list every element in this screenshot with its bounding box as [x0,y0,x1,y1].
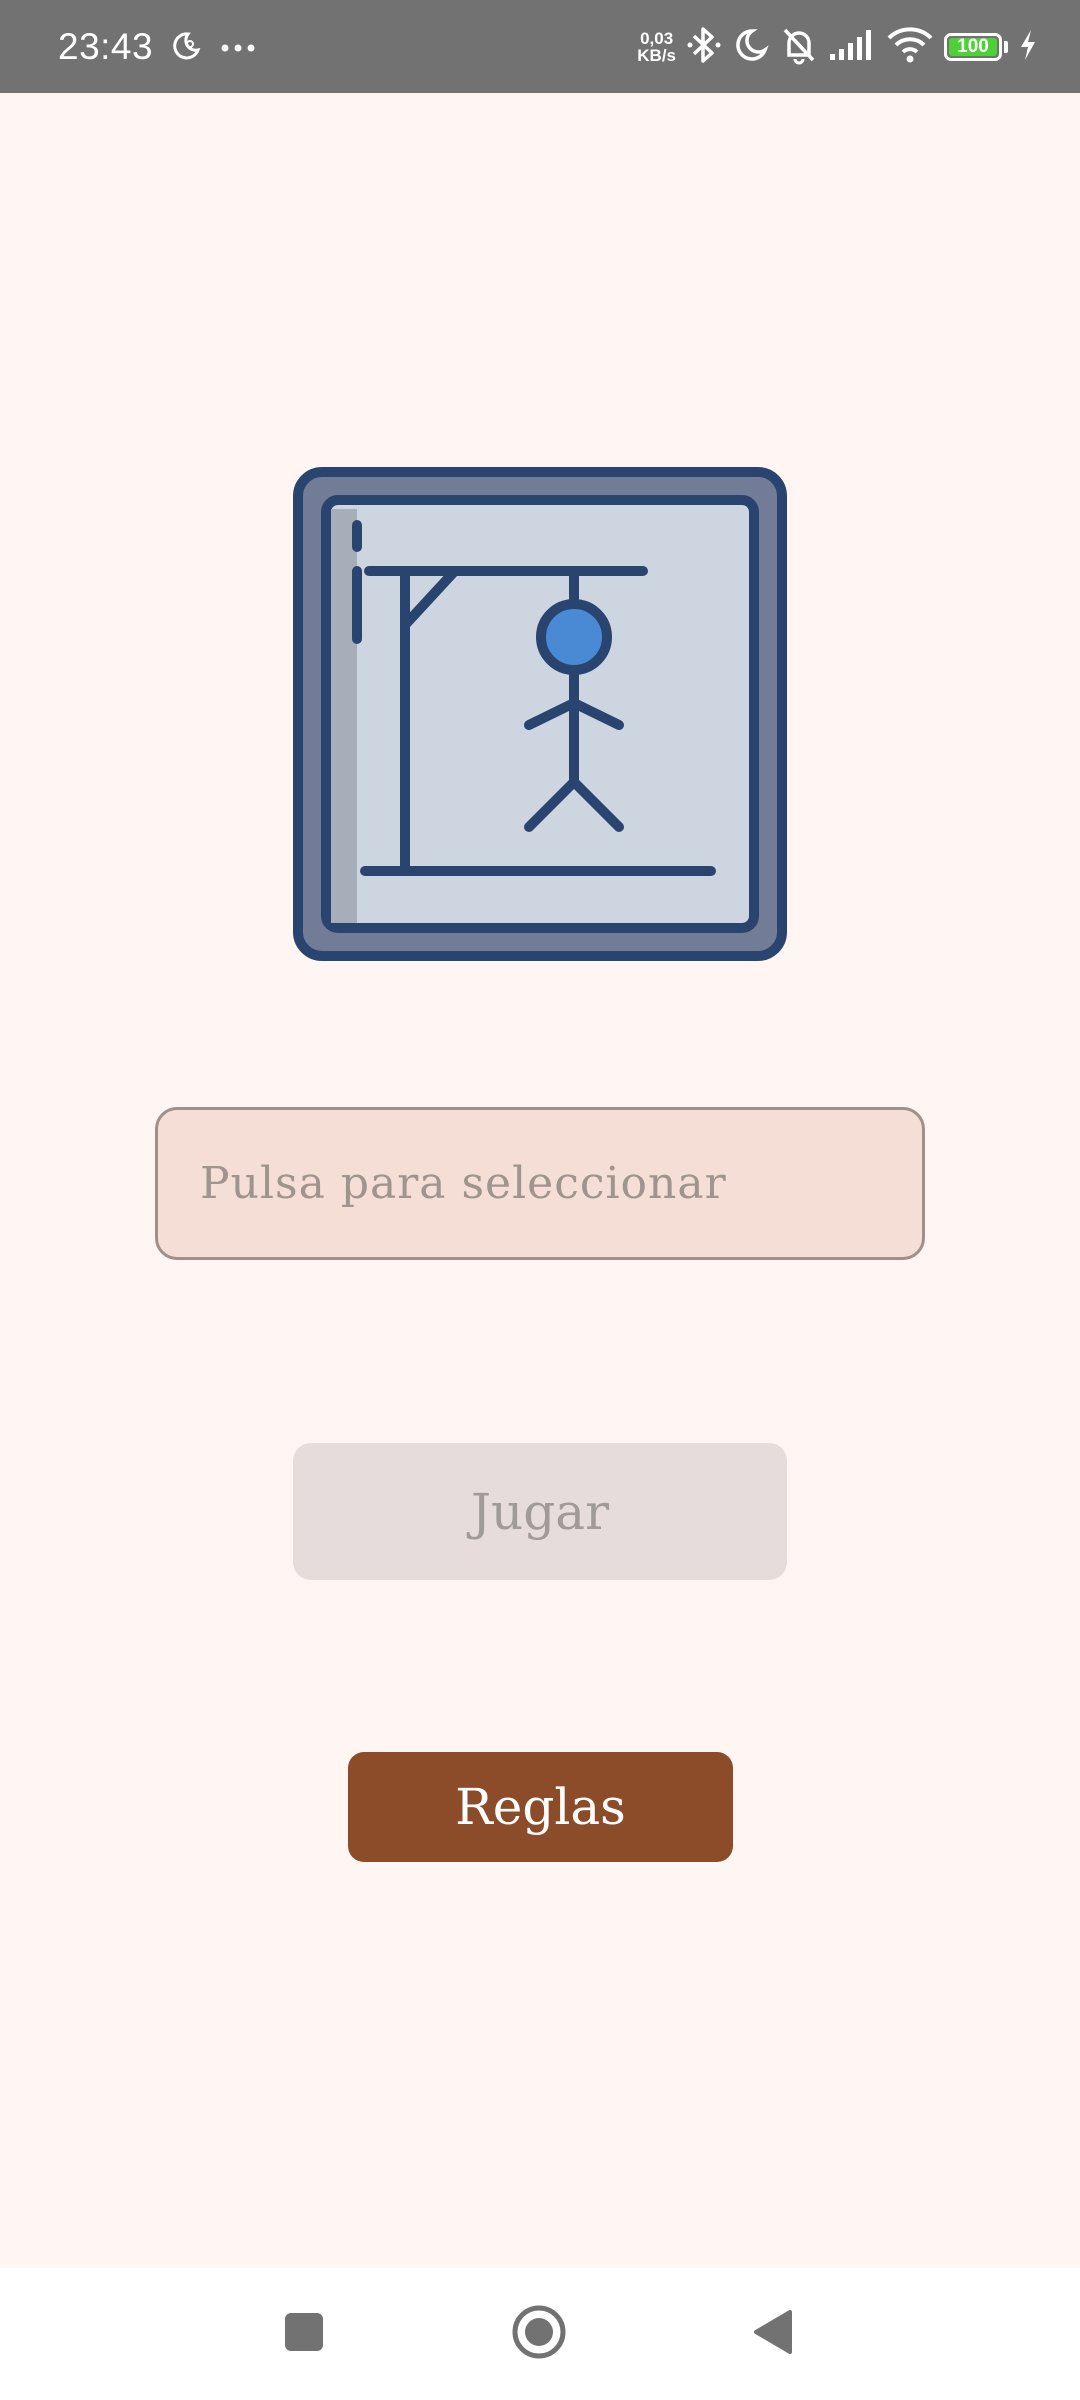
play-button[interactable]: Jugar [293,1443,787,1580]
home-button[interactable] [489,2268,589,2400]
navigation-bar [0,2268,1080,2400]
net-speed: 0,03 KB/s [637,30,676,64]
charging-icon [1018,28,1038,67]
status-time: 23:43 [58,26,154,67]
moon-clock-icon [170,30,202,67]
home-icon [511,2304,567,2364]
status-bar: 23:43 0,03 KB/s 100 [0,0,1080,93]
hangman-logo [293,467,787,961]
do-not-disturb-icon [732,26,770,69]
status-right-icons: 0,03 KB/s 100 [637,22,1038,72]
rules-button[interactable]: Reglas [348,1752,733,1862]
recents-button[interactable] [254,2268,354,2400]
word-selector-field[interactable]: Pulsa para seleccionar [155,1107,925,1260]
net-speed-value: 0,03 [640,29,674,48]
more-icon [220,40,256,58]
battery-icon: 100 [944,33,1002,61]
wifi-icon [886,26,934,69]
signal-icon [828,28,876,67]
back-icon [750,2308,794,2360]
status-left-icons [170,30,256,67]
recents-icon [283,2311,325,2357]
bell-off-icon [780,25,818,70]
word-selector-placeholder: Pulsa para seleccionar [200,1158,727,1209]
bluetooth-icon [686,25,722,70]
battery-level: 100 [957,36,989,57]
back-button[interactable] [722,2268,822,2400]
net-speed-unit: KB/s [637,46,676,65]
